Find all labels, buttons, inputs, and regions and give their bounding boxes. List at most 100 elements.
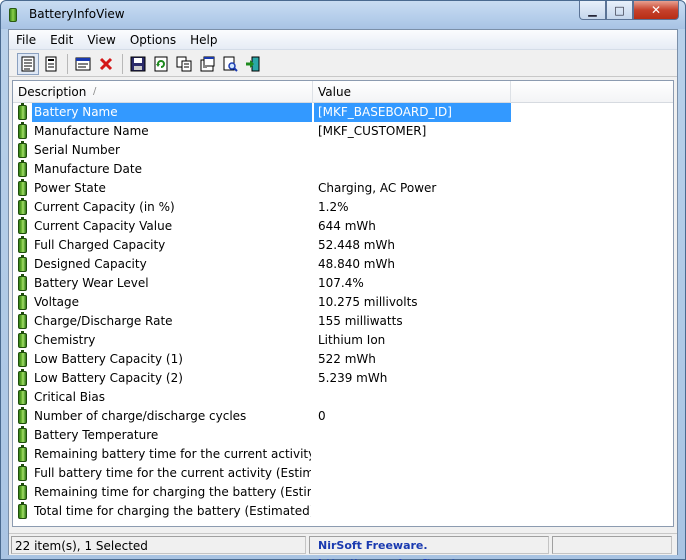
list-item-serial-number[interactable]: Serial Number	[13, 141, 673, 160]
exit-icon	[246, 56, 260, 71]
properties-window-icon	[200, 56, 215, 71]
refresh-button[interactable]	[150, 53, 172, 75]
battery-icon	[18, 198, 27, 215]
item-value: 107.4%	[318, 276, 364, 290]
battery-icon	[18, 179, 27, 196]
list-item-critical-bias[interactable]: Critical Bias	[13, 388, 673, 407]
battery-icon	[18, 122, 27, 139]
item-description: Battery Temperature	[34, 428, 159, 442]
item-value: Lithium Ion	[318, 333, 386, 347]
list-rows: Battery Name [MKF_BASEBOARD_ID] Manufactu…	[13, 103, 673, 521]
list-item-charge-discharge-cycles[interactable]: Number of charge/discharge cycles 0	[13, 407, 673, 426]
item-value	[316, 141, 511, 160]
status-item-count: 22 item(s), 1 Selected	[11, 536, 306, 554]
item-value	[316, 426, 511, 445]
item-description: Current Capacity Value	[34, 219, 173, 233]
minimize-button[interactable]: ▁	[579, 1, 606, 20]
list-item-charge-discharge-rate[interactable]: Charge/Discharge Rate 155 milliwatts	[13, 312, 673, 331]
menu-file[interactable]: File	[9, 30, 43, 50]
status-bar: 22 item(s), 1 Selected NirSoft Freeware.…	[9, 533, 677, 560]
log-window-button[interactable]	[72, 53, 94, 75]
maximize-icon: □	[614, 3, 625, 17]
battery-icon	[18, 369, 27, 386]
close-button[interactable]: ✕	[633, 1, 679, 20]
battery-icon	[18, 350, 27, 367]
battery-icon	[18, 312, 27, 329]
title-bar[interactable]: BatteryInfoView ▁ □ ✕	[1, 1, 685, 29]
menu-view[interactable]: View	[80, 30, 122, 50]
battery-icon	[18, 255, 27, 272]
save-icon	[130, 56, 146, 71]
list-item-voltage[interactable]: Voltage 10.275 millivolts	[13, 293, 673, 312]
battery-icon	[18, 331, 27, 348]
battery-icon	[18, 217, 27, 234]
menu-edit[interactable]: Edit	[43, 30, 80, 50]
list-item-current-capacity-percent[interactable]: Current Capacity (in %) 1.2%	[13, 198, 673, 217]
nirsoft-link[interactable]: NirSoft Freeware. http://www.nirsoft.net	[309, 536, 549, 560]
column-header-description[interactable]: Description /	[13, 81, 313, 103]
item-description: Number of charge/discharge cycles	[34, 409, 247, 423]
find-button[interactable]	[219, 53, 241, 75]
item-description: Power State	[34, 181, 106, 195]
battery-icon	[18, 103, 27, 120]
item-description: Battery Name	[32, 103, 312, 122]
item-value	[316, 502, 511, 521]
battery-icon	[18, 388, 27, 405]
list-item-manufacture-date[interactable]: Manufacture Date	[13, 160, 673, 179]
toolbar	[9, 51, 677, 77]
list-item-remaining-charging-time[interactable]: Remaining time for charging the battery …	[13, 483, 673, 502]
delete-button[interactable]	[95, 53, 117, 75]
battery-icon	[18, 502, 27, 519]
menu-bar: File Edit View Options Help	[9, 30, 677, 50]
item-description: Battery Wear Level	[34, 276, 149, 290]
item-description: Remaining time for charging the battery …	[34, 485, 311, 499]
status-empty-panel	[552, 536, 672, 554]
list-item-designed-capacity[interactable]: Designed Capacity 48.840 mWh	[13, 255, 673, 274]
list-item-full-charged-capacity[interactable]: Full Charged Capacity 52.448 mWh	[13, 236, 673, 255]
copy-button[interactable]	[173, 53, 195, 75]
battery-info-list[interactable]: Description / Value Battery Name [MKF_BAS…	[12, 80, 674, 527]
battery-icon	[18, 274, 27, 291]
item-description: Critical Bias	[34, 390, 105, 404]
item-value: 1.2%	[318, 200, 349, 214]
item-value	[316, 483, 511, 502]
list-item-remaining-battery-time[interactable]: Remaining battery time for the current a…	[13, 445, 673, 464]
battery-icon	[18, 483, 27, 500]
battery-icon	[18, 407, 27, 424]
list-item-battery-name[interactable]: Battery Name [MKF_BASEBOARD_ID]	[13, 103, 673, 122]
item-value: 644 mWh	[318, 219, 376, 233]
list-item-power-state[interactable]: Power State Charging, AC Power	[13, 179, 673, 198]
properties-button[interactable]	[40, 53, 62, 75]
battery-icon	[18, 464, 27, 481]
column-header-value-label: Value	[318, 85, 351, 99]
exit-button[interactable]	[242, 53, 264, 75]
column-header-value[interactable]: Value	[313, 81, 511, 103]
html-report-button[interactable]	[17, 52, 39, 75]
list-item-low-battery-capacity-2[interactable]: Low Battery Capacity (2) 5.239 mWh	[13, 369, 673, 388]
save-button[interactable]	[127, 53, 149, 75]
item-value: 10.275 millivolts	[318, 295, 418, 309]
item-description: Full battery time for the current activi…	[34, 466, 311, 480]
item-description: Total time for charging the battery (Est…	[34, 504, 311, 518]
delete-icon	[99, 57, 113, 70]
list-item-battery-wear-level[interactable]: Battery Wear Level 107.4%	[13, 274, 673, 293]
list-item-full-battery-time[interactable]: Full battery time for the current activi…	[13, 464, 673, 483]
list-item-manufacture-name[interactable]: Manufacture Name [MKF_CUSTOMER]	[13, 122, 673, 141]
toolbar-separator	[122, 53, 123, 74]
menu-help[interactable]: Help	[183, 30, 224, 50]
maximize-button[interactable]: □	[606, 1, 633, 20]
list-item-battery-temperature[interactable]: Battery Temperature	[13, 426, 673, 445]
item-value: 48.840 mWh	[318, 257, 395, 271]
item-description: Chemistry	[34, 333, 96, 347]
item-value: 52.448 mWh	[318, 238, 395, 252]
item-value	[316, 445, 511, 464]
list-item-current-capacity-value[interactable]: Current Capacity Value 644 mWh	[13, 217, 673, 236]
item-description: Low Battery Capacity (1)	[34, 352, 183, 366]
item-value	[316, 464, 511, 483]
list-item-low-battery-capacity-1[interactable]: Low Battery Capacity (1) 522 mWh	[13, 350, 673, 369]
find-icon	[223, 56, 238, 72]
properties-window-button[interactable]	[196, 53, 218, 75]
menu-options[interactable]: Options	[123, 30, 183, 50]
list-item-total-charging-time[interactable]: Total time for charging the battery (Est…	[13, 502, 673, 521]
list-item-chemistry[interactable]: Chemistry Lithium Ion	[13, 331, 673, 350]
